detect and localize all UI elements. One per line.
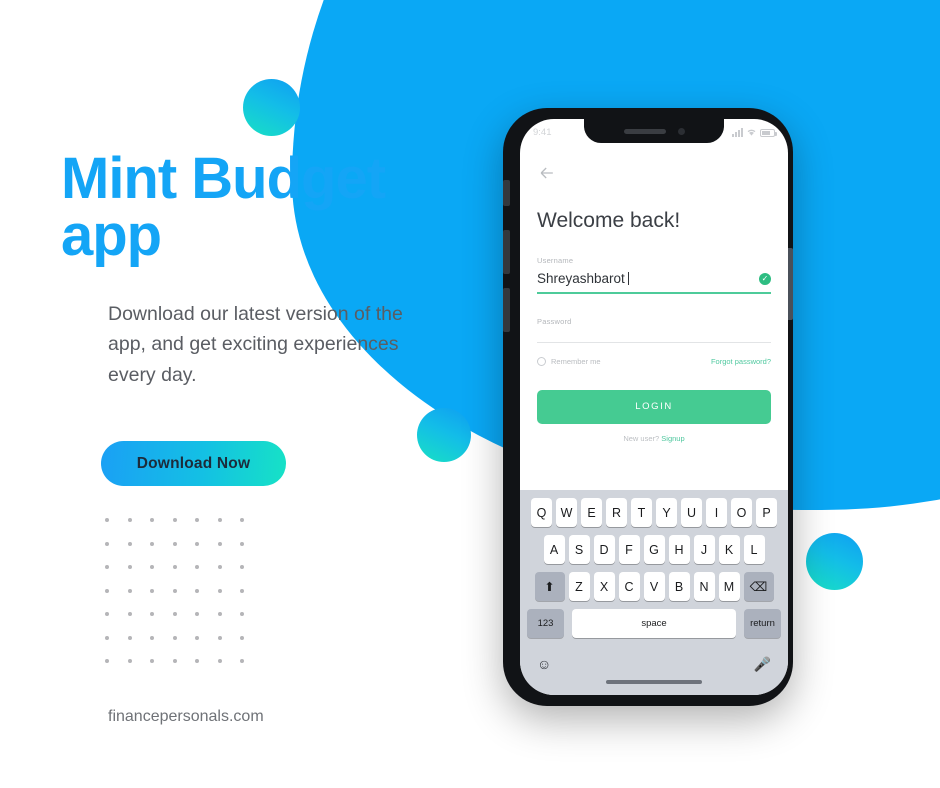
signup-prompt-row: New user? Signup — [537, 434, 771, 443]
keyboard-bottom-bar: ☺ 🎤 — [523, 646, 785, 680]
key-a[interactable]: A — [543, 535, 565, 564]
username-field-group: Username Shreyashbarot ✓ — [537, 256, 771, 294]
numbers-key[interactable]: 123 — [527, 609, 564, 638]
download-now-button[interactable]: Download Now — [101, 441, 286, 486]
back-arrow-icon[interactable] — [537, 163, 557, 183]
promo-body-text: Download our latest version of the app, … — [108, 303, 403, 386]
key-y[interactable]: Y — [656, 498, 677, 527]
key-g[interactable]: G — [643, 535, 665, 564]
backspace-icon[interactable]: ⌫ — [743, 572, 774, 601]
promo-panel: Mint Budget app Download our latest vers… — [0, 0, 480, 788]
key-z[interactable]: Z — [568, 572, 590, 601]
username-label: Username — [537, 256, 574, 265]
key-l[interactable]: L — [743, 535, 765, 564]
phone-notch — [584, 119, 724, 143]
emoji-face-icon[interactable]: ☺ — [537, 657, 551, 671]
key-c[interactable]: C — [618, 572, 640, 601]
login-button[interactable]: LOGIN — [537, 389, 771, 424]
key-m[interactable]: M — [718, 572, 740, 601]
key-d[interactable]: D — [593, 535, 615, 564]
phone-volume-up-button[interactable] — [503, 230, 510, 274]
text-cursor — [627, 272, 629, 285]
key-q[interactable]: Q — [531, 498, 552, 527]
welcome-heading: Welcome back! — [537, 209, 681, 232]
phone-mockup: 9:41 Welcome back! Username Shreyashbaro… — [497, 108, 799, 706]
key-k[interactable]: K — [718, 535, 740, 564]
signup-prompt-text: New user? — [623, 433, 660, 443]
shift-arrow-icon[interactable]: ⬆ — [534, 572, 565, 601]
signup-link[interactable]: Signup — [661, 434, 684, 443]
space-key[interactable]: space — [572, 609, 736, 638]
key-i[interactable]: I — [706, 498, 727, 527]
key-r[interactable]: R — [606, 498, 627, 527]
check-circle-icon: ✓ — [759, 272, 771, 285]
phone-volume-down-button[interactable] — [503, 288, 510, 332]
key-w[interactable]: W — [556, 498, 577, 527]
dot-grid-decoration — [105, 518, 263, 683]
status-bar-time: 9:41 — [533, 126, 552, 138]
password-label: Password — [537, 316, 572, 326]
keyboard-row-3: ⬆ Z X C V B N M ⌫ — [523, 572, 785, 601]
password-input[interactable] — [537, 332, 771, 342]
password-field-group: Password — [537, 317, 771, 343]
remember-me-label: Remember me — [551, 356, 601, 366]
cellular-bars-icon — [732, 127, 743, 137]
key-o[interactable]: O — [731, 498, 752, 527]
password-underline — [537, 341, 771, 343]
key-e[interactable]: E — [581, 498, 602, 527]
key-f[interactable]: F — [618, 535, 640, 564]
on-screen-keyboard: Q W E R T Y U I O P A S D F G H J K L ⬆ … — [520, 490, 788, 695]
username-input[interactable]: Shreyashbarot — [537, 271, 771, 292]
earpiece-speaker-icon — [623, 128, 666, 134]
checkbox-circle-icon — [537, 356, 546, 366]
phone-silent-switch[interactable] — [503, 180, 510, 206]
username-underline — [537, 292, 771, 294]
key-s[interactable]: S — [568, 535, 590, 564]
battery-icon — [760, 128, 777, 137]
key-p[interactable]: P — [756, 498, 777, 527]
login-options-row: Remember me Forgot password? — [537, 356, 771, 366]
keyboard-row-1: Q W E R T Y U I O P — [523, 498, 785, 527]
home-indicator — [606, 680, 702, 684]
key-j[interactable]: J — [693, 535, 715, 564]
key-t[interactable]: T — [631, 498, 652, 527]
decorative-circle-right — [806, 533, 863, 590]
forgot-password-link[interactable]: Forgot password? — [711, 357, 771, 366]
return-key[interactable]: return — [744, 609, 781, 638]
key-x[interactable]: X — [593, 572, 615, 601]
phone-screen: 9:41 Welcome back! Username Shreyashbaro… — [520, 119, 788, 695]
key-h[interactable]: H — [668, 535, 690, 564]
key-u[interactable]: U — [681, 498, 702, 527]
microphone-icon[interactable]: 🎤 — [754, 657, 771, 671]
footer-website-url: financepersonals.com — [108, 708, 264, 725]
key-b[interactable]: B — [668, 572, 690, 601]
front-camera-icon — [677, 127, 685, 135]
wifi-icon — [747, 129, 756, 136]
key-v[interactable]: V — [643, 572, 665, 601]
key-n[interactable]: N — [693, 572, 715, 601]
page-title: Mint Budget app — [61, 146, 386, 269]
phone-body: 9:41 Welcome back! Username Shreyashbaro… — [503, 108, 793, 706]
username-value: Shreyashbarot — [537, 271, 625, 286]
remember-me-checkbox[interactable]: Remember me — [537, 356, 601, 366]
keyboard-row-4: 123 space return — [523, 609, 785, 638]
keyboard-row-2: A S D F G H J K L — [523, 535, 785, 564]
